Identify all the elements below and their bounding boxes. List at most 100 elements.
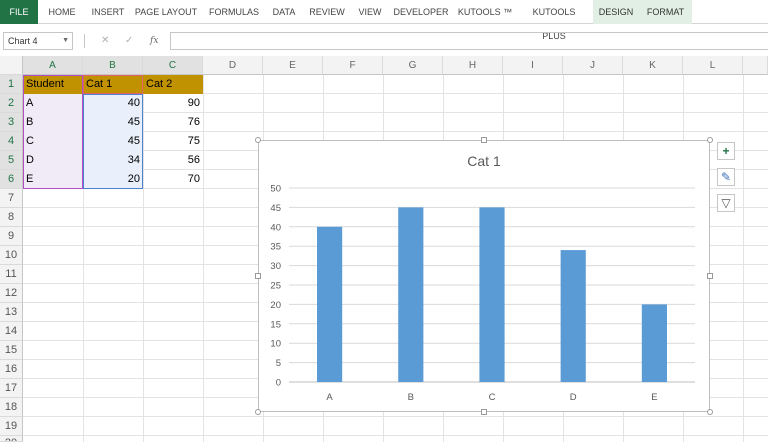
resize-handle-bottom[interactable] [481,409,487,415]
cell-a5[interactable]: D [23,151,83,170]
resize-handle-top[interactable] [481,137,487,143]
chart-filters-button[interactable]: ▽ [717,194,735,212]
tab-insert[interactable]: INSERT [86,0,130,24]
row-header-5[interactable]: 5 [0,151,23,170]
column-header-c[interactable]: C [143,56,203,75]
row-header-19[interactable]: 19 [0,417,23,436]
insert-function-icon[interactable]: fx [150,32,158,50]
cell-a4[interactable]: C [23,132,83,151]
column-header-d[interactable]: D [203,56,263,75]
chevron-down-icon[interactable]: ▼ [62,33,69,49]
cell-b4[interactable]: 45 [83,132,143,151]
tab-formulas[interactable]: FORMULAS [205,0,263,24]
select-all-corner[interactable] [0,56,23,75]
resize-handle-bottom-left[interactable] [255,409,261,415]
cell-b6[interactable]: 20 [83,170,143,189]
y-tick-label: 10 [270,339,281,350]
cell-c6[interactable]: 70 [143,170,203,189]
name-box[interactable]: Chart 4 ▼ [3,32,73,50]
bar-b[interactable] [398,207,424,382]
row-header-12[interactable]: 12 [0,284,23,303]
column-header-h[interactable]: H [443,56,503,75]
row-header-9[interactable]: 9 [0,227,23,246]
row-header-6[interactable]: 6 [0,170,23,189]
tab-data[interactable]: DATA [268,0,300,24]
cell-c1[interactable]: Cat 2 [143,75,203,94]
y-tick-label: 30 [270,261,281,272]
column-header-j[interactable]: J [563,56,623,75]
column-header-l[interactable]: L [683,56,743,75]
tab-view[interactable]: VIEW [354,0,386,24]
tab-file[interactable]: FILE [0,0,38,24]
chart-plot-area[interactable]: 0 5 10 15 20 25 30 35 40 45 50 A B C D E [259,141,711,413]
column-header-a[interactable]: A [23,56,83,75]
row-header-2[interactable]: 2 [0,94,23,113]
resize-handle-right[interactable] [707,273,713,279]
tab-design[interactable]: DESIGN [593,0,639,24]
cell-c3[interactable]: 76 [143,113,203,132]
tab-home[interactable]: HOME [43,0,81,24]
y-tick-label: 15 [270,319,281,330]
y-tick-label: 20 [270,300,281,311]
row-header-4[interactable]: 4 [0,132,23,151]
y-tick-label: 5 [276,358,281,369]
tab-format[interactable]: FORMAT [639,0,692,24]
row-header-16[interactable]: 16 [0,360,23,379]
chart-object[interactable]: Cat 1 0 5 10 15 20 25 30 35 40 45 50 A B C D E [255,137,713,415]
cell-b5[interactable]: 34 [83,151,143,170]
column-header-g[interactable]: G [383,56,443,75]
cell-b1[interactable]: Cat 1 [83,75,143,94]
row-header-15[interactable]: 15 [0,341,23,360]
cell-a3[interactable]: B [23,113,83,132]
row-header-7[interactable]: 7 [0,189,23,208]
row-header-3[interactable]: 3 [0,113,23,132]
tab-page-layout[interactable]: PAGE LAYOUT [134,0,198,24]
cell-c5[interactable]: 56 [143,151,203,170]
x-tick-label: D [570,392,577,403]
chart-styles-button[interactable]: ✎ [717,168,735,186]
formula-separator [84,34,85,48]
cancel-icon[interactable]: ✕ [101,32,109,50]
tab-kutools[interactable]: KUTOOLS ™ [456,0,514,24]
row-header-13[interactable]: 13 [0,303,23,322]
row-header-14[interactable]: 14 [0,322,23,341]
y-tick-label: 40 [270,222,281,233]
cell-b3[interactable]: 45 [83,113,143,132]
row-header-11[interactable]: 11 [0,265,23,284]
plus-icon: + [722,144,730,158]
resize-handle-left[interactable] [255,273,261,279]
resize-handle-top-right[interactable] [707,137,713,143]
cell-a6[interactable]: E [23,170,83,189]
cell-c2[interactable]: 90 [143,94,203,113]
row-header-17[interactable]: 17 [0,379,23,398]
excel-window: FILE HOME INSERT PAGE LAYOUT FORMULAS DA… [0,0,768,442]
bar-e[interactable] [641,304,667,382]
column-header-i[interactable]: I [503,56,563,75]
row-header-1[interactable]: 1 [0,75,23,94]
column-header-k[interactable]: K [623,56,683,75]
chart-elements-button[interactable]: + [717,142,735,160]
formula-input[interactable] [170,32,768,50]
gridline-h [23,435,768,436]
tab-kutools-plus[interactable]: KUTOOLS PLUS [520,0,588,41]
cell-a1[interactable]: Student [23,75,83,94]
column-header-f[interactable]: F [323,56,383,75]
bar-c[interactable] [479,207,505,382]
enter-icon[interactable]: ✓ [125,32,133,50]
resize-handle-bottom-right[interactable] [707,409,713,415]
cell-a2[interactable]: A [23,94,83,113]
resize-handle-top-left[interactable] [255,137,261,143]
column-header-partial[interactable] [743,56,768,75]
row-header-18[interactable]: 18 [0,398,23,417]
column-header-b[interactable]: B [83,56,143,75]
row-header-10[interactable]: 10 [0,246,23,265]
tab-developer[interactable]: DEVELOPER [393,0,449,24]
column-header-e[interactable]: E [263,56,323,75]
bar-d[interactable] [560,250,586,382]
cell-b2[interactable]: 40 [83,94,143,113]
bar-a[interactable] [317,226,343,382]
row-header-20[interactable]: 20 [0,436,23,442]
cell-c4[interactable]: 75 [143,132,203,151]
row-header-8[interactable]: 8 [0,208,23,227]
tab-review[interactable]: REVIEW [307,0,347,24]
